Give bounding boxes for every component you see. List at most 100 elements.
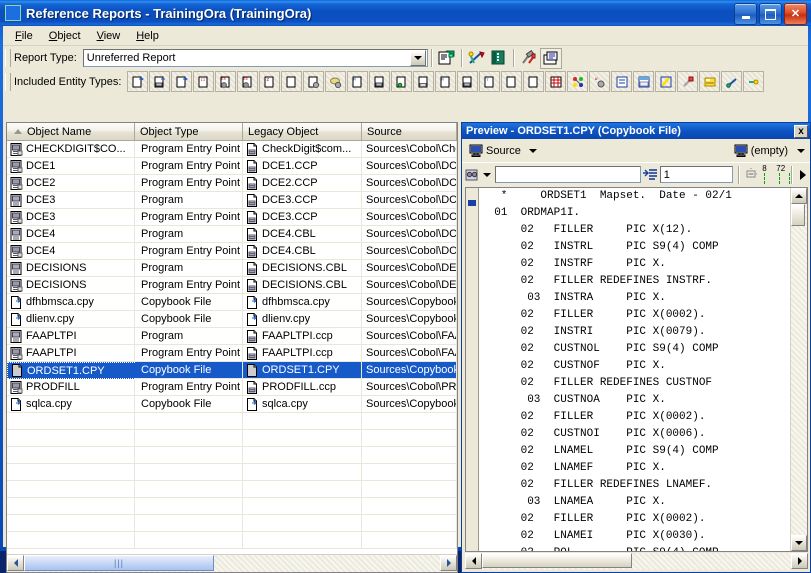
bookmark-gutter[interactable]	[466, 188, 479, 551]
scroll-right-button[interactable]	[440, 555, 457, 571]
maximize-button[interactable]	[759, 3, 782, 25]
table-row[interactable]: sqlca.cpyCopybook Filesqlca.cpySources\C…	[7, 396, 457, 413]
table-row[interactable]: FAAPLTPIProgram Entry PointFAAPLTPI.ccpS…	[7, 345, 457, 362]
code-vscroll-track[interactable]	[791, 204, 807, 535]
entity-type-22[interactable]: W	[589, 71, 610, 92]
code-vertical-scrollbar[interactable]	[790, 188, 807, 551]
entity-type-19[interactable]	[523, 71, 544, 92]
toolbar-grip[interactable]	[5, 49, 11, 67]
window-title: Reference Reports - TrainingOra (Trainin…	[26, 6, 311, 21]
code-hscroll-track[interactable]	[482, 553, 791, 570]
table-row[interactable]: DCE4Program Entry PointDCE4.CBLSources\C…	[7, 243, 457, 260]
book-button[interactable]	[488, 48, 510, 69]
code-hscroll-thumb[interactable]	[482, 553, 632, 568]
line-number-input[interactable]: 1	[660, 166, 733, 183]
table-row[interactable]: DCE2Program Entry PointDCE2.CCPSources\C…	[7, 175, 457, 192]
table-row[interactable]: dlienv.cpyCopybook Filedlienv.cpySources…	[7, 311, 457, 328]
code-scroll-down-button[interactable]	[791, 535, 807, 551]
entity-type-17[interactable]: T	[479, 71, 500, 92]
entity-type-23[interactable]	[611, 71, 632, 92]
table-row[interactable]: FAAPLTPIProgramFAAPLTPI.ccpSources\Cobol…	[7, 328, 457, 345]
source-dropdown-button[interactable]	[526, 140, 541, 162]
entity-type-12[interactable]	[369, 71, 390, 92]
entity-type-18[interactable]	[501, 71, 522, 92]
entity-type-16[interactable]	[457, 71, 478, 92]
chevron-down-icon[interactable]	[410, 50, 426, 66]
entity-type-27[interactable]	[699, 71, 720, 92]
entity-type-20[interactable]	[545, 71, 566, 92]
menu-item-view[interactable]: View	[89, 28, 129, 44]
table-row[interactable]: DCE1Program Entry PointDCE1.CCPSources\C…	[7, 158, 457, 175]
close-button[interactable]: ✕	[784, 3, 807, 25]
column-header-object-name[interactable]: Object Name	[7, 123, 135, 141]
entity-type-3[interactable]	[171, 71, 192, 92]
code-scroll-up-button[interactable]	[791, 188, 807, 204]
entity-type-1[interactable]	[127, 71, 148, 92]
empty-dropdown-button[interactable]	[793, 140, 808, 162]
table-row[interactable]: DCE3Program Entry PointDCE3.CCPSources\C…	[7, 209, 457, 226]
table-row[interactable]: DCE4ProgramDCE4.CBLSources\Cobol\DCE	[7, 226, 457, 243]
scroll-left-button[interactable]	[7, 555, 24, 571]
tools-button[interactable]	[466, 48, 488, 69]
find-input[interactable]	[495, 166, 641, 183]
bookmark-marker[interactable]	[468, 200, 476, 206]
properties-button[interactable]	[436, 48, 458, 69]
entity-type-25[interactable]	[655, 71, 676, 92]
table-row[interactable]: CHECKDIGIT$CO...Program Entry PointCheck…	[7, 141, 457, 158]
list-horizontal-scrollbar[interactable]: |||	[7, 554, 457, 572]
entity-type-21[interactable]	[567, 71, 588, 92]
scroll-track[interactable]: |||	[24, 555, 440, 572]
table-row[interactable]: dfhbmsca.cpyCopybook Filedfhbmsca.cpySou…	[7, 294, 457, 311]
entity-type-28[interactable]	[721, 71, 742, 92]
code-scroll-left-button[interactable]	[465, 553, 482, 569]
entity-type-15[interactable]: N	[435, 71, 456, 92]
entity-type-6[interactable]: EX	[237, 71, 258, 92]
entity-type-14[interactable]	[413, 71, 434, 92]
report-button[interactable]	[540, 48, 562, 69]
entity-type-7[interactable]: Z	[259, 71, 280, 92]
column-header-object-type[interactable]: Object Type	[135, 123, 243, 141]
cell-legacy-object: DCE4.CBL	[243, 243, 362, 260]
column-header-source[interactable]: Source	[362, 123, 457, 141]
entity-type-11[interactable]: M	[347, 71, 368, 92]
code-text-area[interactable]: * ORDSET1 Mapset. Date - 02/1 01 ORDMAP1…	[479, 188, 790, 551]
source-button[interactable]: Source	[464, 140, 526, 162]
table-row[interactable]: ORDSET1.CPYCopybook FileORDSET1.CPYSourc…	[7, 362, 457, 379]
cell-source: Sources\Copybook	[362, 362, 457, 379]
table-row[interactable]: PRODFILLProgram Entry PointPRODFILL.ccpS…	[7, 379, 457, 396]
menu-item-help[interactable]: Help	[128, 28, 167, 44]
entity-type-10[interactable]	[325, 71, 346, 92]
table-row[interactable]: DCE3ProgramDCE3.CCPSources\Cobol\DCE	[7, 192, 457, 209]
entity-type-29[interactable]	[743, 71, 764, 92]
list-rows: CHECKDIGIT$CO...Program Entry PointCheck…	[7, 141, 457, 554]
scroll-thumb[interactable]: |||	[24, 555, 214, 571]
code-vscroll-thumb[interactable]	[791, 204, 805, 226]
entity-type-24[interactable]	[633, 71, 654, 92]
menu-item-file[interactable]: File	[7, 28, 41, 44]
code-horizontal-scrollbar[interactable]	[465, 553, 808, 570]
entity-type-2[interactable]	[149, 71, 170, 92]
code-scroll-right-button[interactable]	[791, 553, 808, 569]
report-type-combo[interactable]: Unreferred Report	[83, 49, 428, 67]
entity-toolbar-grip[interactable]	[5, 73, 11, 91]
column-header-legacy-object[interactable]: Legacy Object	[243, 123, 362, 141]
table-row[interactable]: DECISIONSProgramDECISIONS.CBLSources\Cob…	[7, 260, 457, 277]
binoculars-icon[interactable]	[464, 165, 479, 184]
column-header-legacy-object-label: Legacy Object	[248, 126, 318, 138]
preview-close-button[interactable]: x	[794, 125, 808, 138]
margin-icon[interactable]	[745, 165, 759, 184]
entity-type-4[interactable]: II	[193, 71, 214, 92]
entity-type-13[interactable]	[391, 71, 412, 92]
chevron-right-icon[interactable]	[798, 165, 809, 184]
table-row[interactable]: DECISIONSProgram Entry PointDECISIONS.CB…	[7, 277, 457, 294]
entity-type-5[interactable]: EX	[215, 71, 236, 92]
goto-line-icon[interactable]	[643, 165, 658, 184]
minimize-button[interactable]	[734, 3, 757, 25]
entity-type-9[interactable]	[303, 71, 324, 92]
menu-item-object[interactable]: Object	[41, 28, 89, 44]
entity-type-26[interactable]	[677, 71, 698, 92]
empty-button[interactable]: (empty)	[729, 140, 793, 162]
options-button[interactable]	[518, 48, 540, 69]
find-dropdown-button[interactable]	[481, 164, 493, 186]
entity-type-8[interactable]	[281, 71, 302, 92]
